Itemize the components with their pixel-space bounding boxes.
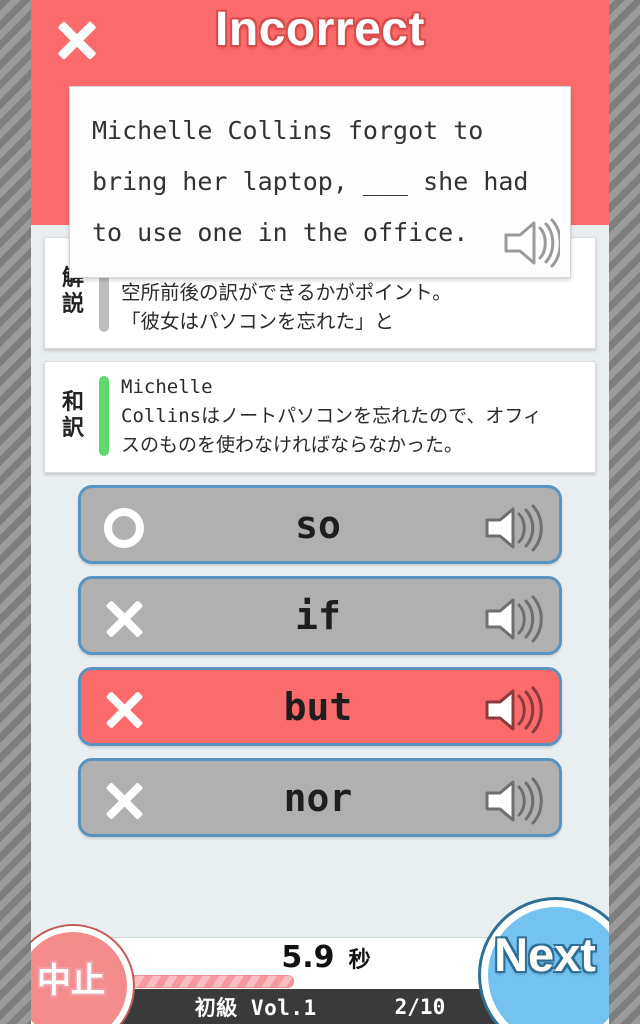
next-button-label: Next — [494, 927, 596, 981]
footer-bar: 5.9 秒 初級 Vol.1 2/10 中止 Next — [31, 900, 609, 1024]
circle-icon — [104, 508, 144, 548]
answer-choice-list: so if but nor — [44, 485, 596, 837]
x-icon — [81, 670, 167, 743]
speaker-icon[interactable] — [479, 488, 559, 561]
answer-choice-label: if — [295, 593, 341, 638]
speaker-icon[interactable] — [479, 761, 559, 834]
answer-choice-so[interactable]: so — [78, 485, 562, 564]
answer-choice-label: nor — [283, 775, 353, 820]
page-title: Incorrect — [215, 3, 425, 56]
translation-accent-bar — [99, 376, 109, 456]
x-icon — [81, 579, 167, 652]
choice-mark — [81, 488, 167, 561]
speaker-icon[interactable] — [500, 215, 562, 271]
x-icon — [81, 761, 167, 834]
translation-label: 和訳 — [61, 390, 84, 441]
answer-choice-if[interactable]: if — [78, 576, 562, 655]
abort-button-label: 中止 — [37, 960, 105, 1001]
app-viewport: Incorrect Michelle Collins forgot to bri… — [31, 0, 609, 1024]
answer-choice-but[interactable]: but — [78, 667, 562, 746]
timer-unit: 秒 — [348, 948, 371, 973]
content-area: 解説 接続詞を問う問題。 空所前後の訳ができるかがポイント。 「彼女はパソコンを… — [31, 225, 609, 937]
answer-choice-label: but — [283, 684, 353, 729]
progress-bar — [87, 975, 527, 988]
answer-choice-label: so — [295, 502, 341, 547]
translation-text: Michelle Collinsはノートパソコンを忘れたので、オフィ スのものを… — [121, 376, 542, 456]
answer-choice-nor[interactable]: nor — [78, 758, 562, 837]
speaker-icon[interactable] — [479, 670, 559, 743]
speaker-icon[interactable] — [479, 579, 559, 652]
level-label: 初級 Vol.1 — [194, 995, 317, 1020]
question-counter: 2/10 — [394, 994, 446, 1019]
timer-value: 5.9 — [281, 940, 335, 975]
screen-backdrop: Incorrect Michelle Collins forgot to bri… — [0, 0, 640, 1024]
result-header: Incorrect Michelle Collins forgot to bri… — [31, 0, 609, 278]
question-card: Michelle Collins forgot to bring her lap… — [69, 86, 571, 278]
translation-panel: 和訳 Michelle Collinsはノートパソコンを忘れたので、オフィ スの… — [44, 361, 596, 473]
question-text: Michelle Collins forgot to bring her lap… — [92, 116, 529, 247]
